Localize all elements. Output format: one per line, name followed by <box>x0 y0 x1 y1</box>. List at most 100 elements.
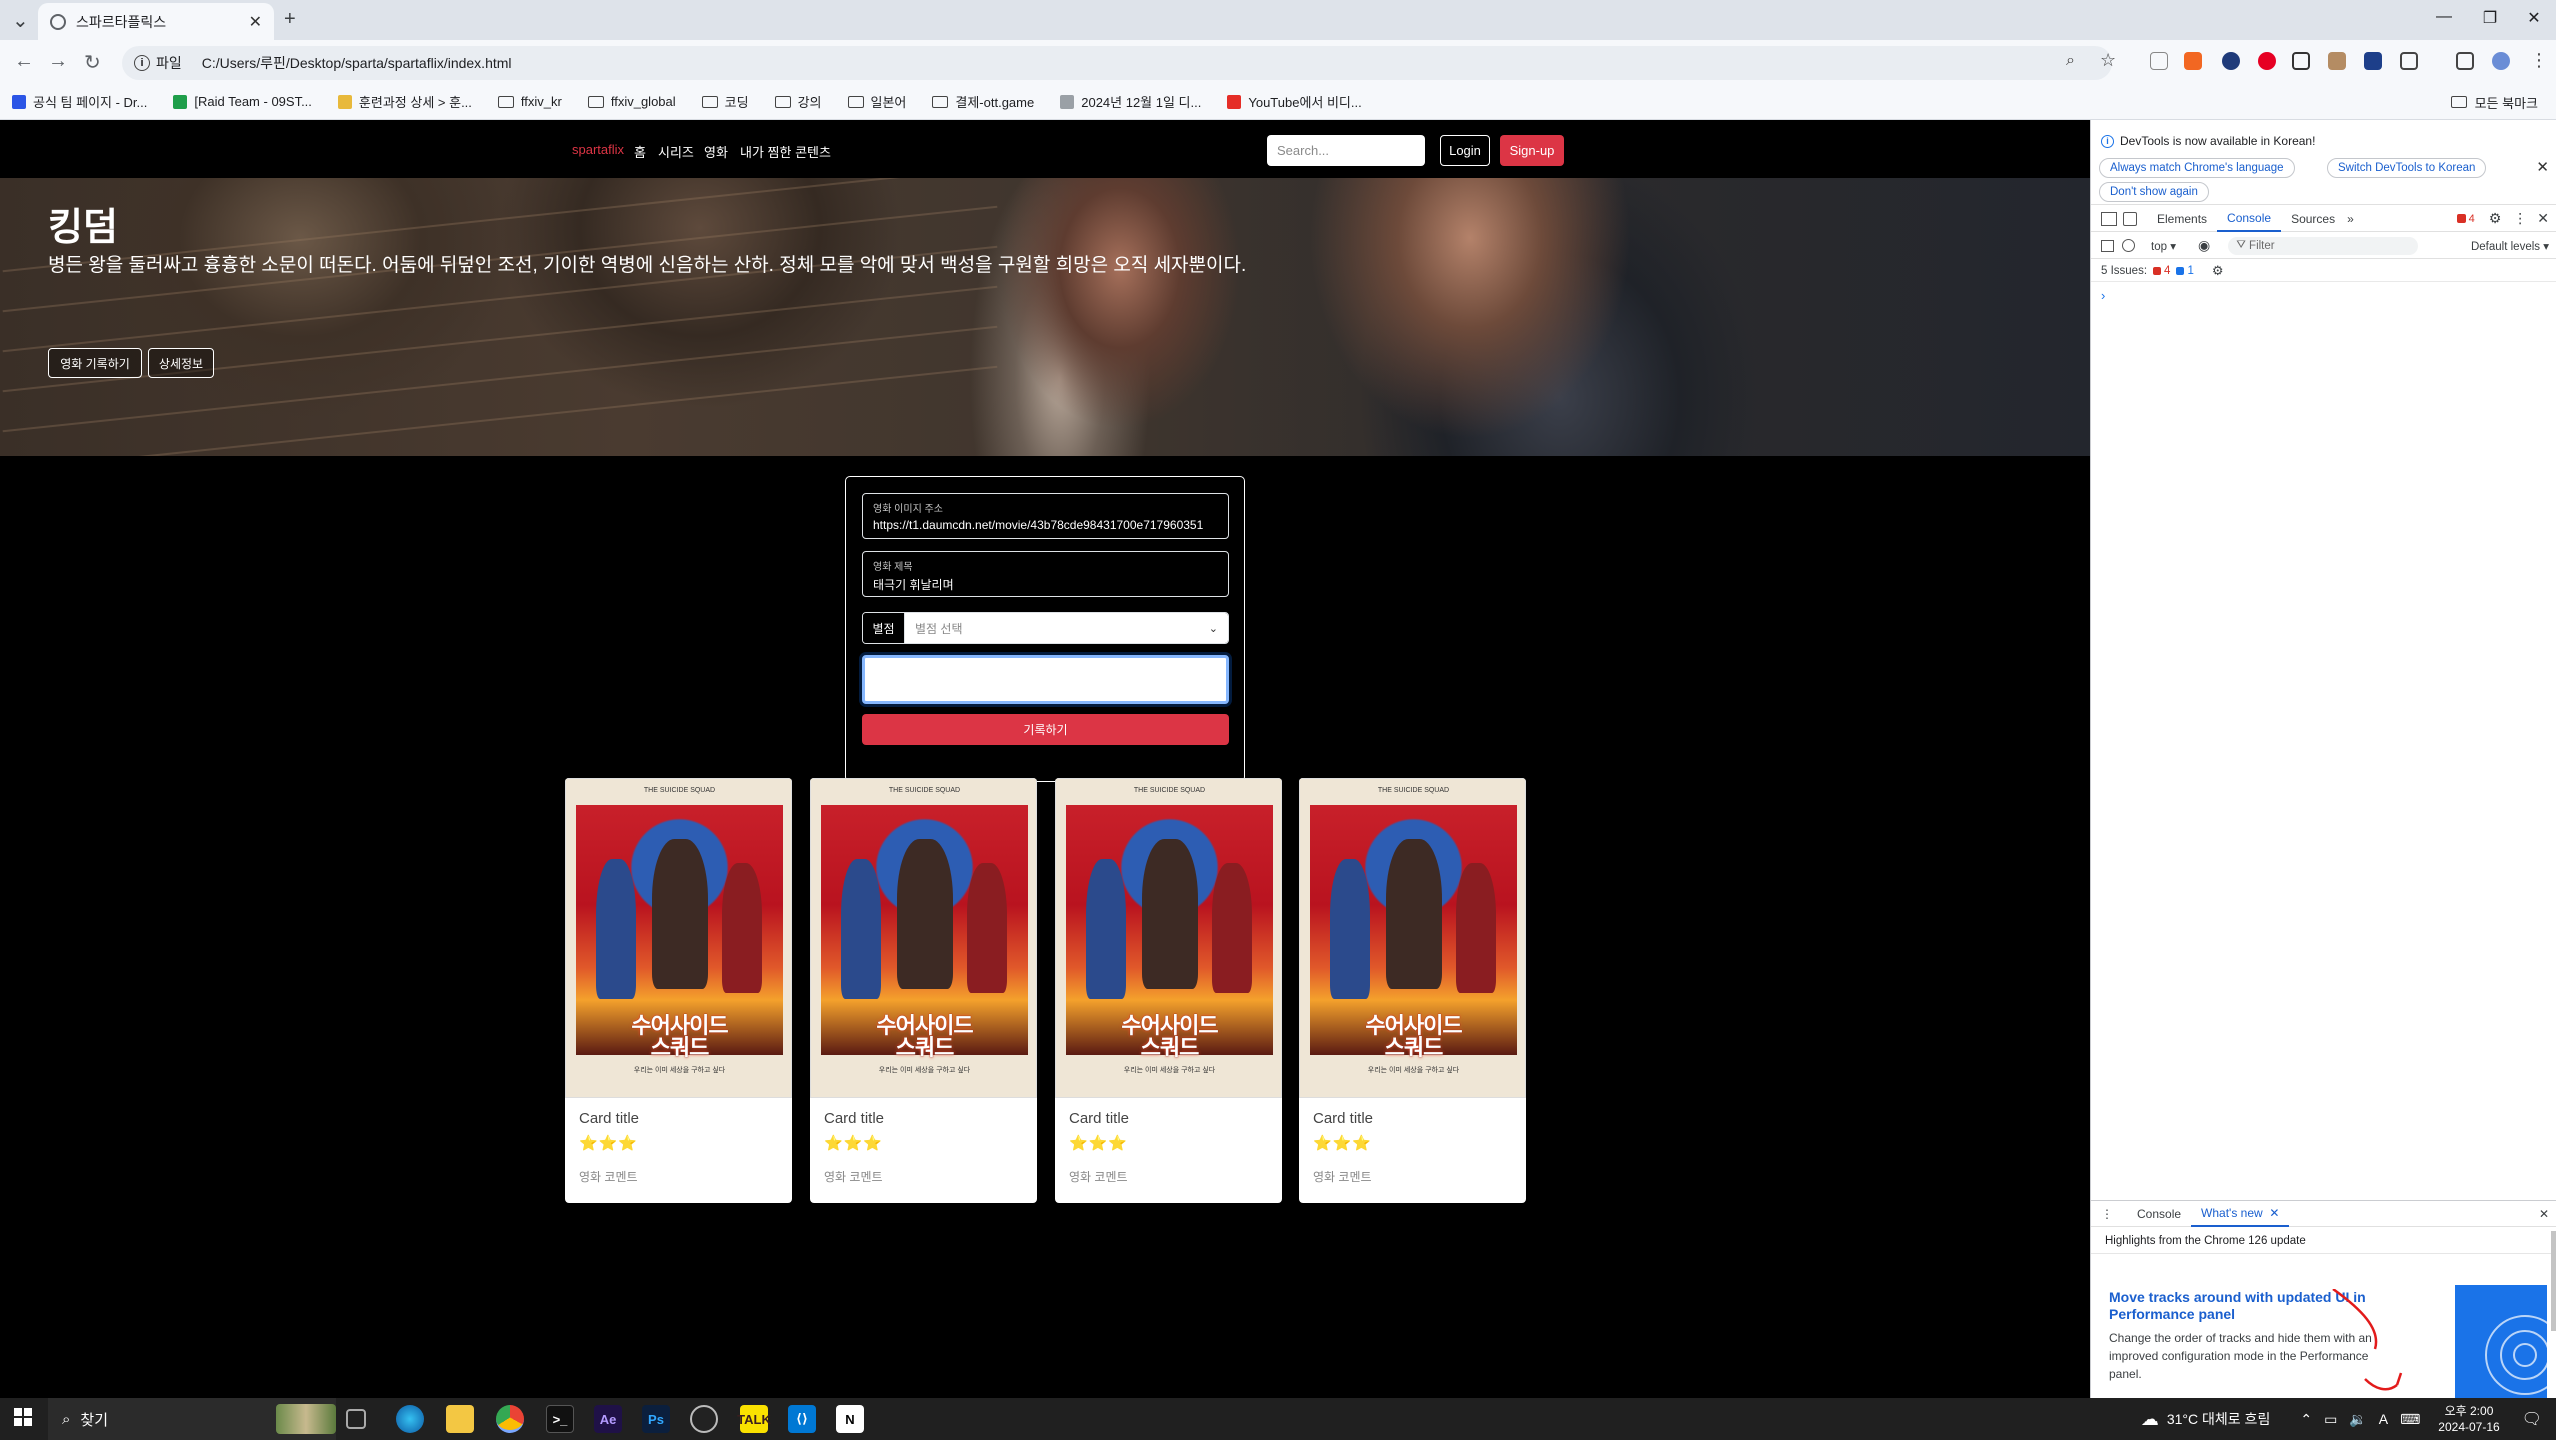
movie-card[interactable]: THE SUICIDE SQUAD 수어사이드 스쿼드 우리는 이미 세상을 구… <box>1299 778 1526 1203</box>
search-input[interactable]: Search... <box>1267 135 1425 166</box>
taskbar-search[interactable]: ⌕ 찾기 <box>48 1398 336 1440</box>
drawer-menu-icon[interactable]: ⋮ <box>2101 1207 2113 1221</box>
movie-card[interactable]: THE SUICIDE SQUAD 수어사이드 스쿼드 우리는 이미 세상을 구… <box>810 778 1037 1203</box>
pinterest-icon[interactable] <box>2258 52 2276 70</box>
always-match-language-button[interactable]: Always match Chrome's language <box>2099 158 2295 178</box>
inspect-element-icon[interactable] <box>2101 211 2117 226</box>
address-bar[interactable]: i 파일 C:/Users/루핀/Desktop/sparta/spartafl… <box>122 46 2112 80</box>
bookmark-item[interactable]: ffxiv_global <box>587 94 676 109</box>
nav-series[interactable]: 시리즈 <box>658 142 694 161</box>
profile-avatar[interactable] <box>2492 52 2510 70</box>
eye-icon[interactable]: ◉ <box>2198 237 2210 254</box>
movie-card[interactable]: THE SUICIDE SQUAD 수어사이드 스쿼드 우리는 이미 세상을 구… <box>565 778 792 1203</box>
keyboard-icon[interactable]: ⌨ <box>2400 1411 2420 1428</box>
weather-text[interactable]: 31°C 대체로 흐림 <box>2167 1409 2270 1429</box>
record-movie-button[interactable]: 영화 기록하기 <box>48 348 142 378</box>
bookmark-item[interactable]: ffxiv_kr <box>497 94 562 109</box>
close-drawer-icon[interactable]: ✕ <box>2539 1207 2549 1221</box>
extension-icon-5[interactable] <box>2292 52 2310 70</box>
close-banner-icon[interactable]: ✕ <box>2536 158 2549 176</box>
nav-my-list[interactable]: 내가 찜한 콘텐츠 <box>740 142 831 161</box>
sidebar-toggle-icon[interactable] <box>2101 239 2114 252</box>
console-prompt-chevron-icon[interactable]: › <box>2101 288 2105 303</box>
close-devtools-icon[interactable]: ✕ <box>2537 210 2549 227</box>
bookmark-star-icon[interactable]: ☆ <box>2100 50 2116 71</box>
chrome-icon[interactable] <box>496 1405 524 1433</box>
signup-button[interactable]: Sign-up <box>1500 135 1564 166</box>
devtools-menu-icon[interactable]: ⋮ <box>2513 210 2527 227</box>
settings-gear-icon[interactable]: ⚙ <box>2489 210 2502 227</box>
login-button[interactable]: Login <box>1440 135 1490 166</box>
app-icon-circle[interactable] <box>690 1405 718 1433</box>
nav-home[interactable]: 홈 <box>634 142 646 161</box>
restore-icon[interactable]: ❐ <box>2470 8 2510 28</box>
new-tab-button[interactable]: + <box>284 8 296 31</box>
ime-indicator[interactable]: A <box>2379 1411 2388 1427</box>
reload-icon[interactable]: ↻ <box>84 50 101 75</box>
bookmark-item[interactable]: 강의 <box>774 92 822 111</box>
error-badge[interactable]: 4 <box>2456 213 2475 225</box>
after-effects-icon[interactable]: Ae <box>594 1405 622 1433</box>
bookmark-item[interactable]: 공식 팀 페이지 - Dr... <box>12 92 147 111</box>
rating-select[interactable]: 별점 선택 ⌄ <box>905 613 1228 643</box>
extension-icon-7[interactable] <box>2364 52 2382 70</box>
tab-sources[interactable]: Sources <box>2281 206 2345 232</box>
bookmark-item[interactable]: 일본어 <box>847 92 906 111</box>
file-explorer-icon[interactable] <box>446 1405 474 1433</box>
bookmark-item[interactable]: YouTube에서 비디... <box>1227 92 1362 111</box>
bookmark-item[interactable]: [Raid Team - 09ST... <box>173 94 312 109</box>
comment-input[interactable] <box>862 655 1229 704</box>
kakaotalk-icon[interactable]: TALK <box>737 1405 771 1433</box>
forward-icon[interactable]: → <box>48 50 68 73</box>
dont-show-again-button[interactable]: Don't show again <box>2099 182 2209 202</box>
extension-icon-3[interactable] <box>2222 52 2240 70</box>
bookmark-item[interactable]: 결제-ott.game <box>932 92 1034 111</box>
all-bookmarks[interactable]: 모든 북마크 <box>2450 84 2538 120</box>
extensions-puzzle-icon[interactable] <box>2400 52 2418 70</box>
volume-icon[interactable]: 🔉 <box>2349 1411 2366 1428</box>
close-tab-icon[interactable]: ✕ <box>249 12 262 32</box>
issues-bar[interactable]: 5 Issues: 4 1 ⚙ <box>2091 260 2556 282</box>
movie-title-field[interactable]: 영화 제목 태극기 휘날리며 <box>862 551 1229 597</box>
back-icon[interactable]: ← <box>14 50 34 73</box>
bookmark-item[interactable]: 2024년 12월 1일 디... <box>1060 92 1201 111</box>
brand-link[interactable]: spartaflix <box>572 142 624 157</box>
edge-icon[interactable] <box>396 1405 424 1433</box>
context-selector[interactable]: top ▾ <box>2151 239 2176 253</box>
terminal-icon[interactable]: >_ <box>546 1405 574 1433</box>
bookmark-item[interactable]: 훈련과정 상세 > 훈... <box>337 92 472 111</box>
submit-record-button[interactable]: 기록하기 <box>862 714 1229 745</box>
windows-start-icon[interactable] <box>14 1408 32 1426</box>
vscode-icon[interactable]: ⟨⟩ <box>788 1405 816 1433</box>
menu-kebab-icon[interactable]: ⋮ <box>2530 50 2548 71</box>
nav-movies[interactable]: 영화 <box>704 142 728 161</box>
bookmark-item[interactable]: 코딩 <box>701 92 749 111</box>
more-tabs-icon[interactable]: » <box>2347 212 2354 226</box>
detail-info-button[interactable]: 상세정보 <box>148 348 214 378</box>
tab-console[interactable]: Console <box>2217 206 2282 232</box>
device-toolbar-icon[interactable] <box>2123 211 2137 226</box>
photoshop-icon[interactable]: Ps <box>642 1405 670 1433</box>
clock[interactable]: 오후 2:00 2024-07-16 <box>2438 1403 2499 1435</box>
tab-elements[interactable]: Elements <box>2147 206 2217 232</box>
switch-to-korean-button[interactable]: Switch DevTools to Korean <box>2327 158 2487 178</box>
clear-console-icon[interactable] <box>2122 239 2135 252</box>
drawer-tab-whats-new[interactable]: What's new ✕ <box>2191 1201 2290 1227</box>
notion-icon[interactable]: N <box>836 1405 864 1433</box>
url-text[interactable]: C:/Users/루핀/Desktop/sparta/spartaflix/in… <box>202 53 512 73</box>
browser-tab[interactable]: 스파르타플릭스 ✕ <box>38 3 274 40</box>
tray-chevron-up-icon[interactable]: ⌃ <box>2300 1411 2312 1428</box>
minimize-icon[interactable]: — <box>2424 8 2464 26</box>
extension-icon-1[interactable] <box>2150 52 2168 70</box>
close-window-icon[interactable]: ✕ <box>2514 8 2554 28</box>
extension-icon-6[interactable] <box>2328 52 2346 70</box>
task-view-icon[interactable] <box>346 1409 366 1429</box>
log-levels-dropdown[interactable]: Default levels ▾ <box>2471 239 2549 253</box>
issues-settings-icon[interactable]: ⚙ <box>2212 263 2224 279</box>
movie-card[interactable]: THE SUICIDE SQUAD 수어사이드 스쿼드 우리는 이미 세상을 구… <box>1055 778 1282 1203</box>
notification-icon[interactable]: 🗨 <box>2522 1409 2542 1429</box>
network-icon[interactable]: ▭ <box>2324 1411 2337 1428</box>
side-panel-icon[interactable] <box>2456 52 2474 70</box>
scrollbar[interactable] <box>2551 1231 2556 1331</box>
tab-search-icon[interactable]: ⌄ <box>12 8 29 33</box>
